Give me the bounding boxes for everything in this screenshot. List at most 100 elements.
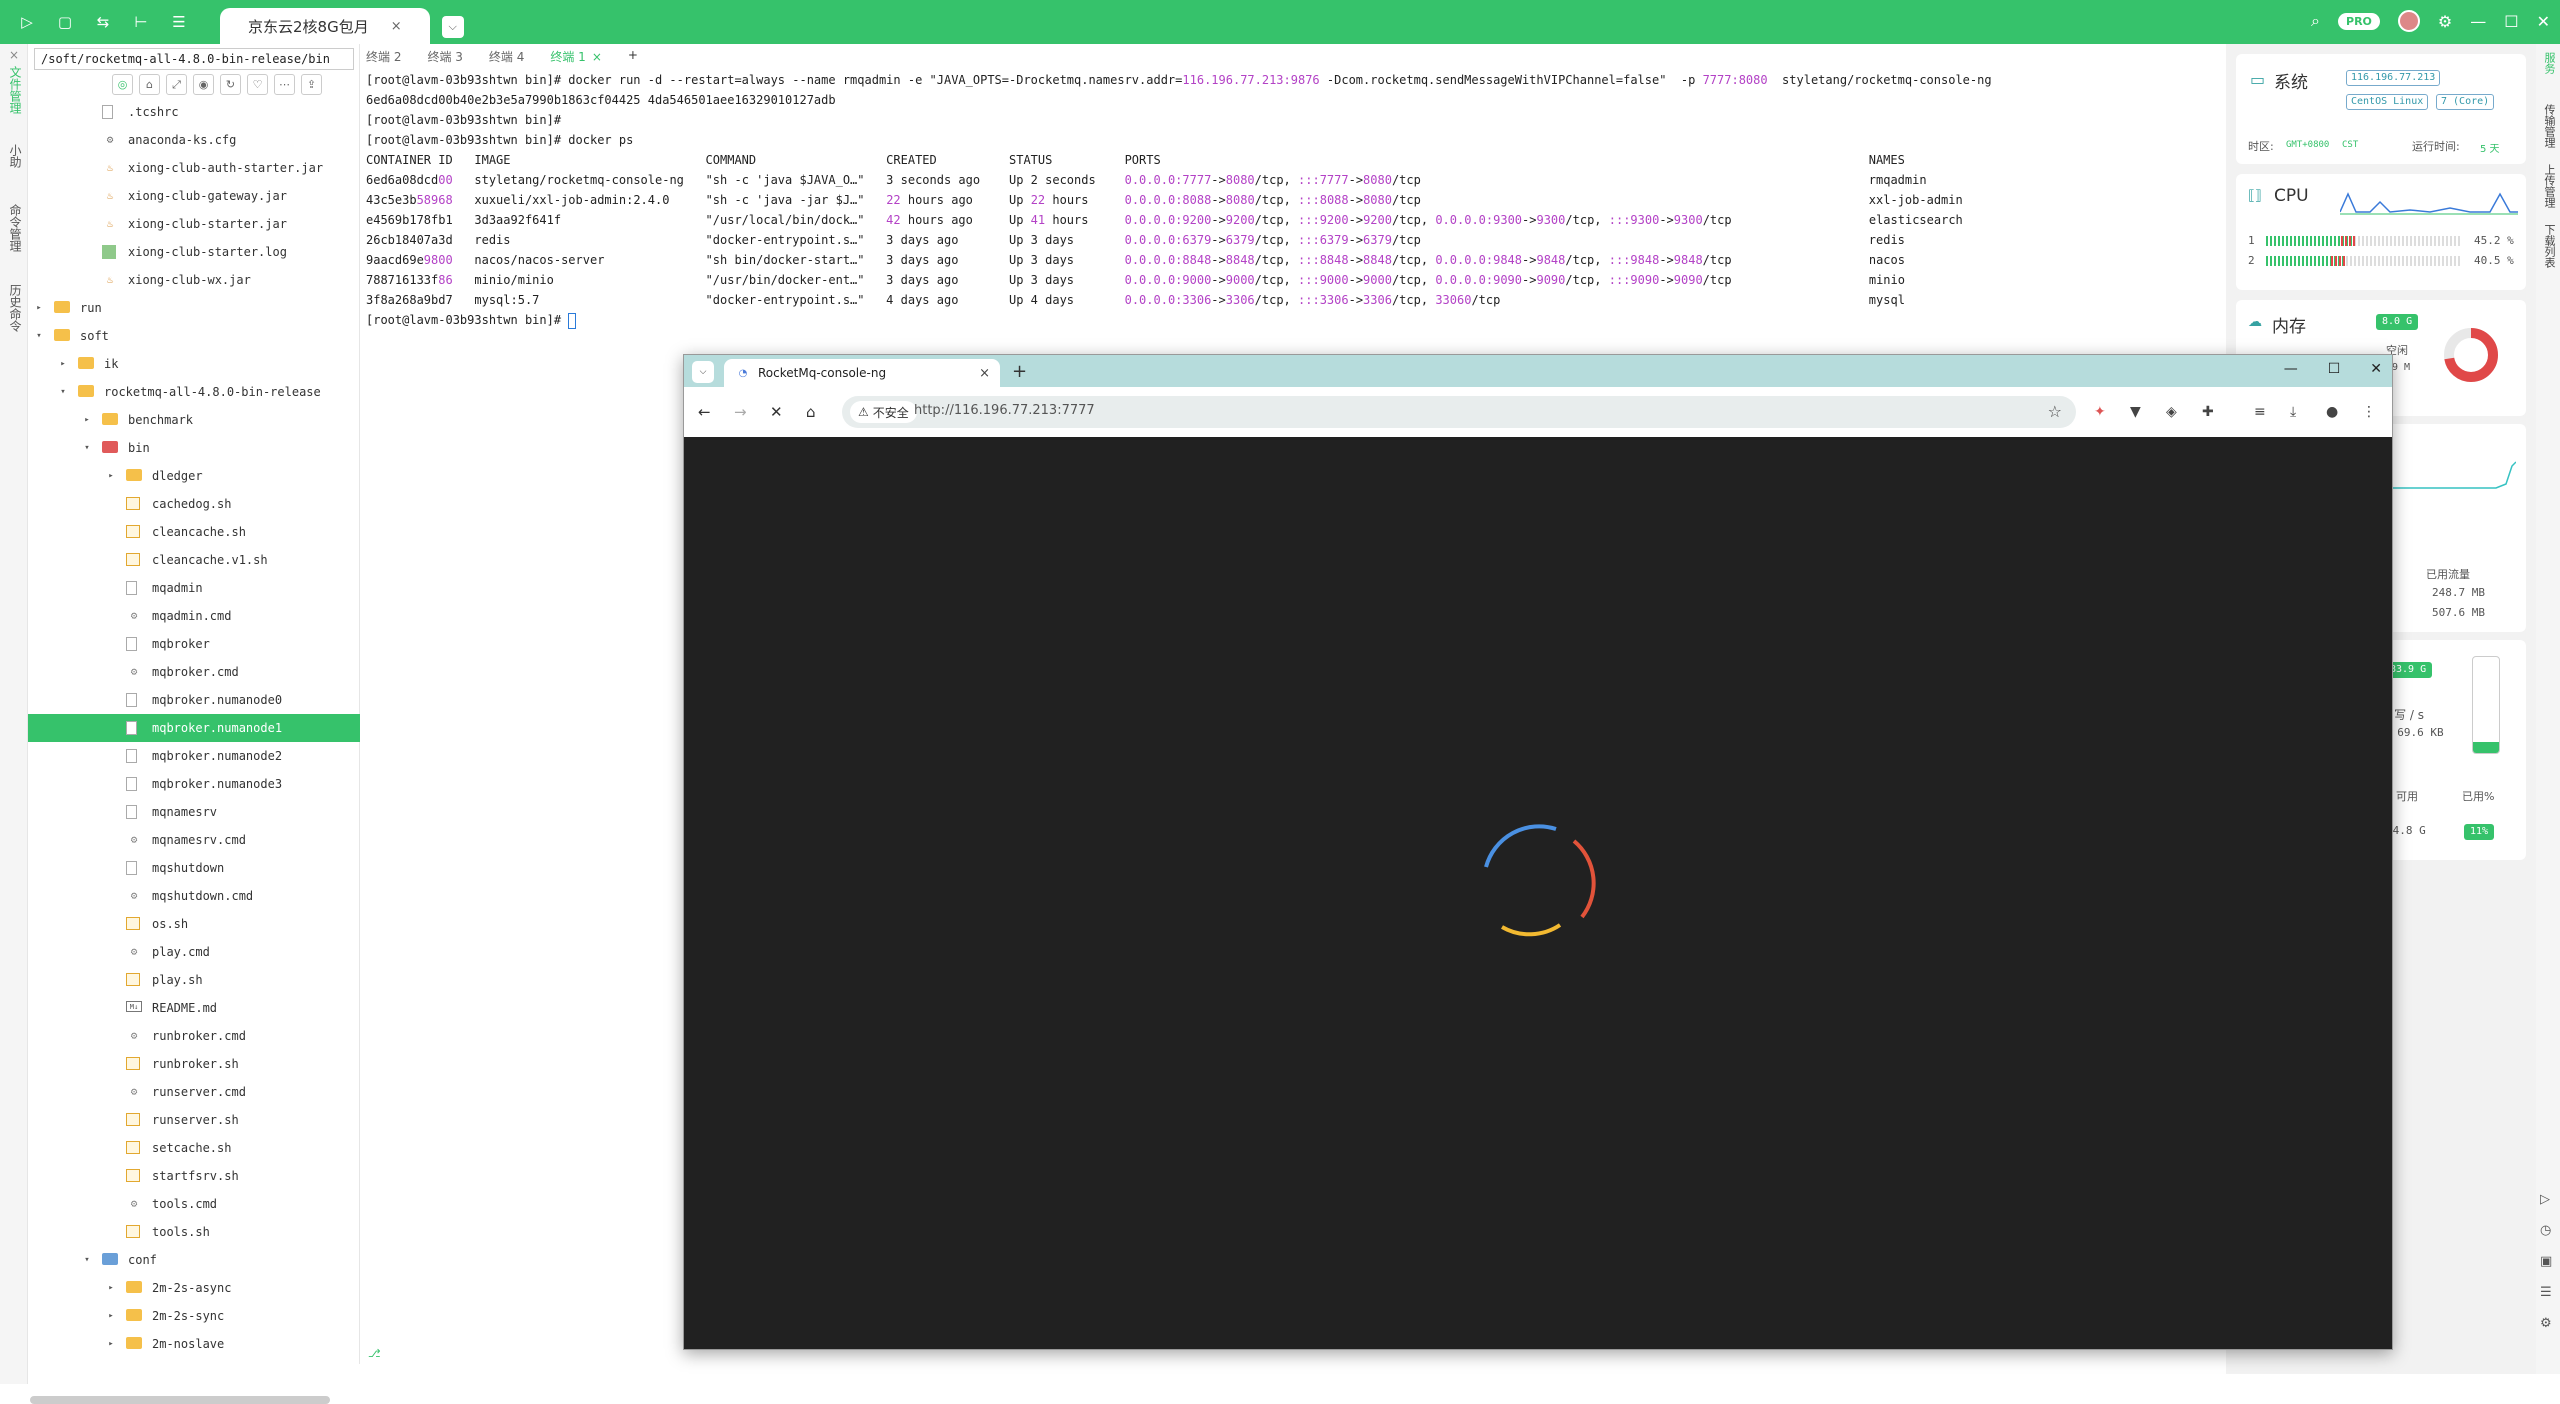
sidebar-item-assistant[interactable]: 小助: [7, 144, 24, 168]
terminal-tab[interactable]: 终端 1 ×: [550, 48, 602, 65]
avatar[interactable]: [2397, 10, 2420, 32]
terminal-tab[interactable]: 终端 4: [489, 48, 524, 65]
sidebar-item-download[interactable]: 下载列表: [2541, 224, 2557, 268]
file-item[interactable]: ⚙ runserver.cmd: [28, 1078, 360, 1106]
file-item[interactable]: os.sh: [28, 910, 360, 938]
home-icon[interactable]: ⌂: [806, 403, 816, 421]
horizontal-scrollbar[interactable]: [30, 1396, 330, 1404]
file-item[interactable]: M↓ README.md: [28, 994, 360, 1022]
folder-item[interactable]: ▾ bin: [28, 434, 360, 462]
tab-search-icon[interactable]: ⌵: [692, 361, 714, 383]
file-item[interactable]: mqbroker.numanode3: [28, 770, 360, 798]
locate-icon[interactable]: ◎: [112, 74, 133, 95]
file-item[interactable]: ⚙ anaconda-ks.cfg: [28, 126, 360, 154]
file-item[interactable]: ♨ xiong-club-auth-starter.jar: [28, 154, 360, 182]
folder-item[interactable]: ▸ run: [28, 294, 360, 322]
address-bar[interactable]: ⚠ 不安全 http://116.196.77.213:7777 ☆: [842, 396, 2076, 428]
collapse-icon[interactable]: ▾: [82, 443, 92, 453]
list-icon[interactable]: ☰: [2540, 1285, 2552, 1300]
folder-item[interactable]: ▸ 2m-2s-async: [28, 1274, 360, 1302]
extension-icon-2[interactable]: ▼: [2130, 404, 2141, 420]
file-item[interactable]: ♨ xiong-club-wx.jar: [28, 266, 360, 294]
play-icon[interactable]: ▷: [12, 10, 42, 34]
maximize-icon[interactable]: ☐: [2504, 12, 2518, 31]
save-icon[interactable]: ▣: [2540, 1254, 2552, 1269]
refresh-icon[interactable]: ↻: [220, 74, 241, 95]
file-item[interactable]: mqbroker.numanode0: [28, 686, 360, 714]
url-text[interactable]: http://116.196.77.213:7777: [914, 403, 1095, 418]
file-item[interactable]: mqbroker.numanode1: [28, 714, 360, 742]
file-item[interactable]: cleancache.sh: [28, 518, 360, 546]
file-item[interactable]: .tcshrc: [28, 98, 360, 126]
file-item[interactable]: mqnamesrv: [28, 798, 360, 826]
close-icon[interactable]: ×: [592, 50, 602, 64]
folder-item[interactable]: ▸ dledger: [28, 462, 360, 490]
download-icon[interactable]: ⤓: [2290, 404, 2296, 420]
file-item[interactable]: setcache.sh: [28, 1134, 360, 1162]
file-item[interactable]: mqbroker: [28, 630, 360, 658]
security-chip[interactable]: ⚠ 不安全: [850, 401, 917, 423]
file-item[interactable]: ⚙ mqbroker.cmd: [28, 658, 360, 686]
file-item[interactable]: ♨ xiong-club-starter.jar: [28, 210, 360, 238]
expand-icon[interactable]: ▸: [82, 415, 92, 425]
expand-icon[interactable]: ▸: [106, 1339, 116, 1349]
file-icon[interactable]: ▢: [50, 10, 80, 34]
tree-icon[interactable]: ⊢: [126, 10, 156, 34]
eye-icon[interactable]: ◉: [193, 74, 214, 95]
expand-icon[interactable]: ▸: [58, 359, 68, 369]
chevron-down-icon[interactable]: ⌵: [441, 16, 464, 38]
file-item[interactable]: play.sh: [28, 966, 360, 994]
file-item[interactable]: ♨ xiong-club-gateway.jar: [28, 182, 360, 210]
heart-icon[interactable]: ♡: [247, 74, 268, 95]
gear-icon[interactable]: ⚙: [2540, 1316, 2552, 1331]
sidebar-item-history[interactable]: 历史命令: [7, 284, 24, 332]
puzzle-icon[interactable]: ✚: [2202, 404, 2214, 420]
file-item[interactable]: ⚙ runbroker.cmd: [28, 1022, 360, 1050]
more-icon[interactable]: ⋯: [274, 74, 295, 95]
back-icon[interactable]: ←: [698, 403, 711, 421]
folder-item[interactable]: ▸ benchmark: [28, 406, 360, 434]
ip-chip[interactable]: 116.196.77.213: [2346, 70, 2441, 86]
browser-viewport[interactable]: [684, 437, 2392, 1349]
extension-icon-1[interactable]: ✦: [2094, 404, 2106, 420]
folder-item[interactable]: ▸ 2m-2s-sync: [28, 1302, 360, 1330]
file-item[interactable]: ⚙ tools.cmd: [28, 1190, 360, 1218]
play-icon[interactable]: ▷: [2540, 1192, 2552, 1207]
file-item[interactable]: mqadmin: [28, 574, 360, 602]
clock-icon[interactable]: ◷: [2540, 1223, 2552, 1238]
file-item[interactable]: ⚙ play.cmd: [28, 938, 360, 966]
file-item[interactable]: cachedog.sh: [28, 490, 360, 518]
close-icon[interactable]: ×: [7, 48, 21, 62]
collapse-icon[interactable]: ▾: [82, 1255, 92, 1265]
media-icon[interactable]: ≡: [2254, 404, 2266, 420]
pro-badge[interactable]: PRO: [2338, 12, 2380, 30]
folder-item[interactable]: ▾ soft: [28, 322, 360, 350]
home-icon[interactable]: ⌂: [139, 74, 160, 95]
menu-icon[interactable]: ⋮: [2362, 404, 2376, 420]
expand-icon[interactable]: ▸: [34, 303, 44, 313]
gear-icon[interactable]: ⚙: [2438, 12, 2452, 31]
expand-icon[interactable]: ▸: [106, 471, 116, 481]
sidebar-item-commands[interactable]: 命令管理: [7, 204, 24, 252]
folder-item[interactable]: ▾ rocketmq-all-4.8.0-bin-release: [28, 378, 360, 406]
file-item[interactable]: ⚙ mqadmin.cmd: [28, 602, 360, 630]
new-terminal-button[interactable]: +: [628, 48, 638, 65]
folder-item[interactable]: ▾ conf: [28, 1246, 360, 1274]
sidebar-item-upload[interactable]: 上传管理: [2541, 164, 2557, 208]
file-item[interactable]: mqbroker.numanode2: [28, 742, 360, 770]
extension-icon-3[interactable]: ◈: [2166, 404, 2177, 420]
list-icon[interactable]: ☰: [164, 10, 194, 34]
file-item[interactable]: mqshutdown: [28, 854, 360, 882]
sidebar-item-service[interactable]: 服务: [2541, 52, 2557, 74]
collapse-icon[interactable]: ▾: [58, 387, 68, 397]
minimize-icon[interactable]: —: [2284, 361, 2298, 377]
stop-icon[interactable]: ✕: [770, 403, 783, 421]
file-item[interactable]: startfsrv.sh: [28, 1162, 360, 1190]
browser-window[interactable]: ⌵ ◔ RocketMq-console-ng × + — ☐ ✕ ← → ✕ …: [683, 354, 2393, 1350]
close-window-icon[interactable]: ✕: [2537, 12, 2550, 31]
collapse-icon[interactable]: ▾: [34, 331, 44, 341]
file-item[interactable]: ⚙ mqshutdown.cmd: [28, 882, 360, 910]
path-input[interactable]: /soft/rocketmq-all-4.8.0-bin-release/bin: [34, 48, 354, 70]
file-item[interactable]: cleancache.v1.sh: [28, 546, 360, 574]
close-window-icon[interactable]: ✕: [2370, 361, 2382, 377]
